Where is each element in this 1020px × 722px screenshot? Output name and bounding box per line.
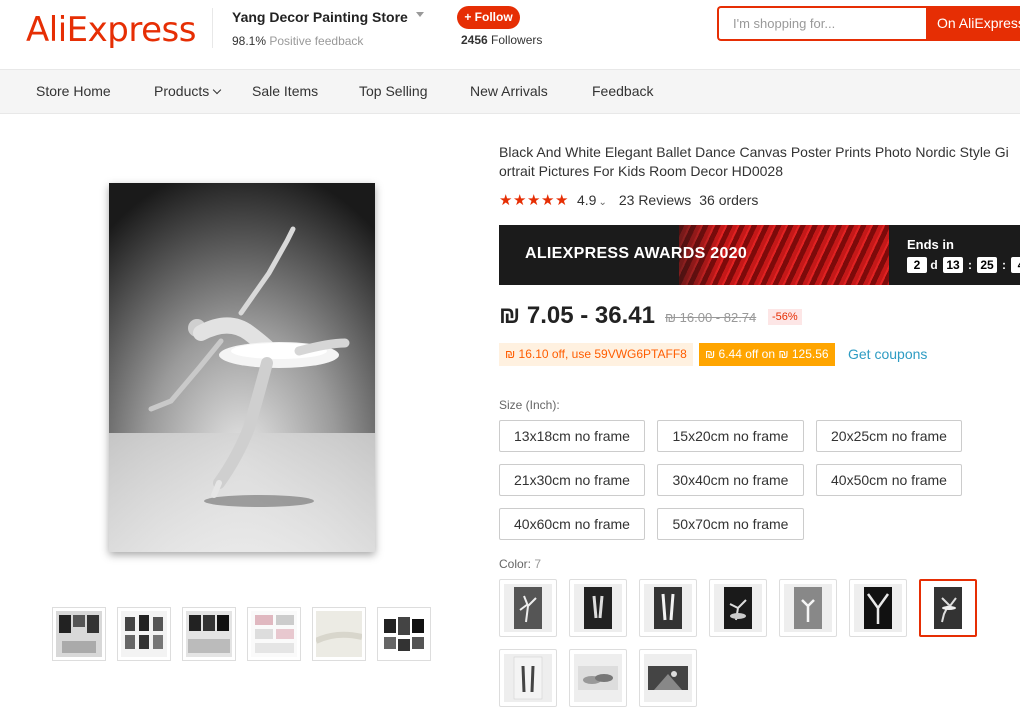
product-main-image[interactable] — [109, 183, 375, 552]
price-range: ₪ 7.05 - 36.41 — [499, 302, 655, 329]
original-price: ₪ 16.00 - 82.74 — [665, 310, 757, 325]
color-option-7-selected[interactable] — [919, 579, 977, 637]
ballet-legs-swatch-icon — [504, 654, 552, 702]
size-option-30x40[interactable]: 30x40cm no frame — [657, 464, 804, 496]
feedback-percent: 98.1% — [232, 34, 267, 48]
nav-sale-items[interactable]: Sale Items — [252, 83, 318, 99]
countdown-days: 2 — [907, 257, 927, 273]
store-coupon[interactable]: ₪ 16.10 off, use 59VWG6PTAFF8 — [499, 343, 693, 366]
thumbnail-3[interactable] — [182, 607, 236, 661]
ballerina-photo — [109, 183, 375, 552]
awards-title: ALIEXPRESS AWARDS 2020 — [525, 245, 748, 262]
size-label: Size (Inch): — [499, 398, 560, 412]
thumbnail-1[interactable] — [52, 607, 106, 661]
color-option-5[interactable] — [779, 579, 837, 637]
rating-row: ★★★★★ 4.9 ⌄ 23 Reviews 36 orders — [499, 192, 758, 210]
nav-products[interactable]: Products — [154, 83, 222, 99]
store-name-link[interactable]: Yang Decor Painting Store — [232, 9, 408, 25]
orders-count: 36 orders — [699, 192, 759, 208]
thumbnail-2[interactable] — [117, 607, 171, 661]
color-option-10[interactable] — [639, 649, 697, 707]
rating-value[interactable]: 4.9 — [577, 192, 596, 208]
size-option-40x50[interactable]: 40x50cm no frame — [816, 464, 962, 496]
color-value: 7 — [534, 557, 542, 571]
color-option-3[interactable] — [639, 579, 697, 637]
star-icon: ★ — [527, 192, 541, 209]
chevron-down-icon[interactable]: ⌄ — [598, 197, 606, 208]
discount-badge: -56% — [768, 309, 802, 325]
store-feedback: 98.1% Positive feedback — [232, 34, 363, 48]
color-label: Color: 7 — [499, 557, 541, 571]
product-title: Black And White Elegant Ballet Dance Can… — [499, 144, 1009, 179]
room-scene-thumbnail-icon — [56, 611, 102, 657]
nav-new-arrivals[interactable]: New Arrivals — [470, 83, 548, 99]
chevron-down-icon — [213, 85, 222, 95]
get-coupons-link[interactable]: Get coupons — [848, 346, 927, 362]
countdown-sep: : — [1002, 258, 1006, 272]
ballet-feet-swatch-icon — [644, 584, 692, 632]
dancer-wings-swatch-icon — [854, 584, 902, 632]
size-option-15x20[interactable]: 15x20cm no frame — [657, 420, 804, 452]
color-option-1[interactable] — [499, 579, 557, 637]
countdown-panel: Ends in 2 d 13 : 25 : 4 — [889, 225, 1020, 285]
countdown-seconds: 4 — [1011, 257, 1020, 273]
size-option-13x18[interactable]: 13x18cm no frame — [499, 420, 645, 452]
followers-count: 2456 Followers — [461, 33, 542, 47]
road-landscape-swatch-icon — [644, 654, 692, 702]
star-icon: ★ — [499, 192, 513, 209]
size-option-50x70[interactable]: 50x70cm no frame — [657, 508, 804, 540]
wall-gallery-thumbnail-icon — [121, 611, 167, 657]
ballet-shoes-landscape-swatch-icon — [574, 654, 622, 702]
star-icon: ★ — [555, 192, 569, 209]
thumbnail-5[interactable] — [312, 607, 366, 661]
color-label-text: Color: — [499, 557, 532, 571]
search-input[interactable]: I'm shopping for... — [717, 6, 929, 41]
size-option-20x25[interactable]: 20x25cm no frame — [816, 420, 962, 452]
countdown-sep: : — [968, 258, 972, 272]
nav-store-home[interactable]: Store Home — [36, 83, 111, 99]
size-option-40x60[interactable]: 40x60cm no frame — [499, 508, 645, 540]
store-nav: Store Home Products Sale Items Top Selli… — [0, 70, 1020, 114]
size-option-21x30[interactable]: 21x30cm no frame — [499, 464, 645, 496]
thumbnail-4[interactable] — [247, 607, 301, 661]
nav-products-label: Products — [154, 83, 210, 99]
ballerina-arch-swatch-icon — [504, 584, 552, 632]
follow-button[interactable]: + Follow — [457, 6, 520, 29]
star-icon: ★ — [513, 192, 527, 209]
site-header: AliExpress Yang Decor Painting Store 98.… — [0, 0, 1020, 70]
countdown-days-unit: d — [930, 258, 938, 272]
color-option-6[interactable] — [849, 579, 907, 637]
pointe-shoes-swatch-icon — [574, 584, 622, 632]
followers-label: Followers — [491, 33, 543, 47]
reviews-link[interactable]: 23 Reviews — [619, 192, 691, 208]
nav-feedback[interactable]: Feedback — [592, 83, 653, 99]
select-coupon[interactable]: ₪ 6.44 off on ₪ 125.56 — [699, 343, 835, 366]
living-room-thumbnail-icon — [186, 611, 232, 657]
dancer-pose-swatch-icon — [784, 584, 832, 632]
followers-number: 2456 — [461, 33, 488, 47]
search-button[interactable]: On AliExpress — [926, 6, 1020, 41]
collage-thumbnail-icon — [381, 611, 427, 657]
size-chart-thumbnail-icon — [251, 611, 297, 657]
chevron-down-icon[interactable] — [416, 12, 424, 17]
star-icon: ★ — [541, 192, 555, 209]
feedback-label: Positive feedback — [269, 34, 364, 48]
header-divider — [212, 8, 213, 48]
canvas-texture-thumbnail-icon — [316, 611, 362, 657]
thumbnail-6[interactable] — [377, 607, 431, 661]
ballerina-arabesque-swatch-icon — [924, 584, 972, 632]
aliexpress-logo[interactable]: AliExpress — [26, 10, 196, 50]
nav-top-selling[interactable]: Top Selling — [359, 83, 428, 99]
countdown-minutes: 25 — [977, 257, 997, 273]
color-option-2[interactable] — [569, 579, 627, 637]
color-option-8[interactable] — [499, 649, 557, 707]
ends-in-label: Ends in — [907, 237, 954, 252]
awards-banner[interactable]: ALIEXPRESS AWARDS 2020 Ends in 2 d 13 : … — [499, 225, 1020, 285]
countdown-hours: 13 — [943, 257, 963, 273]
color-option-4[interactable] — [709, 579, 767, 637]
dancer-leap-swatch-icon — [714, 584, 762, 632]
color-option-9[interactable] — [569, 649, 627, 707]
